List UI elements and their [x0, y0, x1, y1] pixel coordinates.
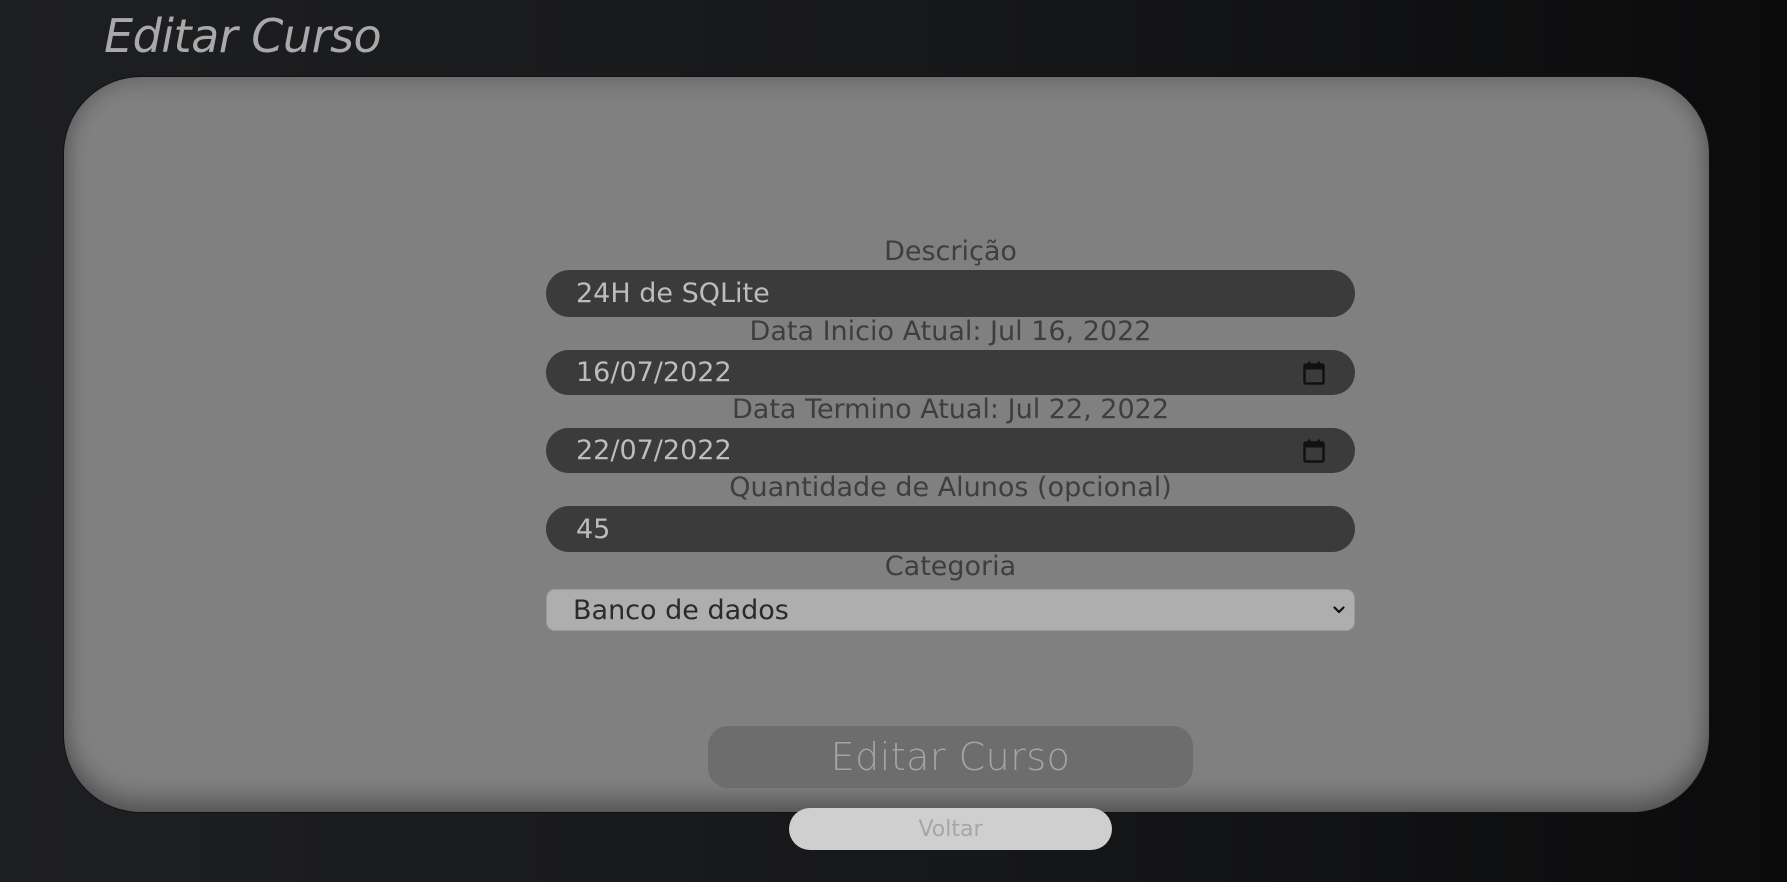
- data-inicio-input[interactable]: 16/07/2022: [546, 350, 1355, 395]
- descricao-value: 24H de SQLite: [576, 278, 770, 309]
- categoria-selected-value: Banco de dados: [573, 594, 789, 626]
- calendar-icon[interactable]: [1302, 361, 1326, 385]
- quantidade-label: Quantidade de Alunos (opcional): [729, 472, 1172, 503]
- page-title: Editar Curso: [104, 9, 382, 63]
- data-termino-value: 22/07/2022: [576, 435, 732, 466]
- voltar-button[interactable]: Voltar: [789, 808, 1112, 850]
- quantidade-value: 45: [576, 513, 611, 545]
- quantidade-input[interactable]: 45: [546, 506, 1355, 552]
- calendar-icon[interactable]: [1302, 439, 1326, 463]
- edit-course-form: Descrição 24H de SQLite Data Inicio Atua…: [546, 165, 1355, 631]
- descricao-input[interactable]: 24H de SQLite: [546, 270, 1355, 317]
- data-inicio-label: Data Inicio Atual: Jul 16, 2022: [749, 316, 1152, 347]
- data-termino-input[interactable]: 22/07/2022: [546, 428, 1355, 473]
- descricao-label: Descrição: [884, 236, 1017, 267]
- chevron-down-icon: [1332, 603, 1346, 617]
- edit-course-card: Descrição 24H de SQLite Data Inicio Atua…: [63, 76, 1710, 850]
- data-termino-label: Data Termino Atual: Jul 22, 2022: [731, 394, 1170, 425]
- categoria-label: Categoria: [884, 551, 1017, 582]
- data-inicio-value: 16/07/2022: [576, 357, 732, 388]
- editar-curso-button[interactable]: Editar Curso: [708, 726, 1193, 788]
- categoria-select[interactable]: Banco de dados: [546, 589, 1355, 631]
